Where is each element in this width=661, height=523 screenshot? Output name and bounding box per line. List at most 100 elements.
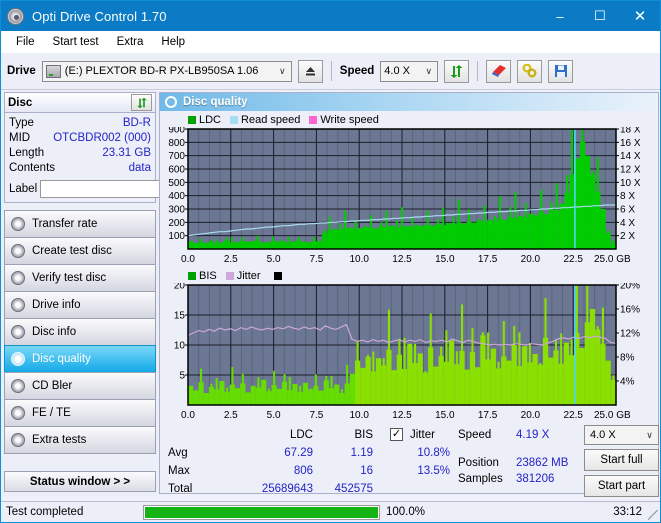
status-bar: Test completed 100.0% 33:12 xyxy=(1,501,660,522)
statistics-table: LDC BIS ✓ Jitter Avg 67.29 1.19 10.8% Ma… xyxy=(160,428,456,495)
jitter-checkbox[interactable]: ✓ xyxy=(390,428,403,441)
sidebar-item-cd-bler[interactable]: CD Bler xyxy=(4,372,156,400)
sidebar-item-transfer-rate[interactable]: Transfer rate xyxy=(4,210,156,238)
erase-button[interactable] xyxy=(486,59,512,83)
svg-text:25.0 GB: 25.0 GB xyxy=(594,410,631,421)
chart1-legend: LDC Read speed Write speed xyxy=(160,113,658,127)
stat-row-label-max: Max xyxy=(168,465,190,477)
svg-text:12.5: 12.5 xyxy=(392,410,412,421)
sidebar-item-label: Disc info xyxy=(32,326,77,338)
eject-icon xyxy=(305,66,315,75)
sidebar-item-extra-tests[interactable]: Extra tests xyxy=(4,426,156,454)
svg-text:12%: 12% xyxy=(620,329,640,340)
svg-text:10.0: 10.0 xyxy=(349,254,369,265)
svg-text:10: 10 xyxy=(174,341,186,352)
svg-text:300: 300 xyxy=(168,205,185,216)
ldc-read-speed-chart[interactable]: 100 200 300 400 500 600 700 800 900 2 X 4 X 6 X 8 X 1… xyxy=(160,125,658,269)
svg-text:17.5: 17.5 xyxy=(478,410,498,421)
sidebar-item-drive-info[interactable]: Drive info xyxy=(4,291,156,319)
svg-text:16%: 16% xyxy=(620,305,640,316)
chart2-legend: BIS Jitter xyxy=(160,269,658,283)
tools-button[interactable] xyxy=(517,59,543,83)
sidebar-item-label: Create test disc xyxy=(32,245,112,257)
legend-label-ldc: LDC xyxy=(199,114,222,126)
start-full-button[interactable]: Start full xyxy=(584,449,659,471)
svg-text:400: 400 xyxy=(168,191,185,202)
speed-label: Speed xyxy=(339,65,375,77)
stat-header-bis: BIS xyxy=(354,429,373,441)
progress-bar xyxy=(143,502,380,523)
disc-icon xyxy=(165,96,177,108)
chevron-down-icon[interactable]: ∨ xyxy=(641,426,658,445)
legend-swatch-bis xyxy=(188,272,196,280)
bis-jitter-chart[interactable]: 5 10 15 20 4% 8% 12% 16% 20% 0.0 2.5 5.0 7.5 10.0 12.5… xyxy=(160,281,658,425)
sidebar-item-disc-info[interactable]: Disc info xyxy=(4,318,156,346)
cursor-marker-icon xyxy=(273,272,282,280)
test-position-label: Position xyxy=(458,457,499,469)
disc-refresh-button[interactable] xyxy=(131,94,152,111)
svg-text:8 X: 8 X xyxy=(620,191,635,202)
svg-text:20.0: 20.0 xyxy=(521,254,541,265)
svg-text:10.0: 10.0 xyxy=(349,410,369,421)
save-button[interactable] xyxy=(548,59,574,83)
svg-text:25.0 GB: 25.0 GB xyxy=(594,254,631,265)
menu-item-help[interactable]: Help xyxy=(152,34,194,50)
disc-row-contents: Contents data xyxy=(9,161,151,176)
minimize-icon[interactable]: – xyxy=(540,1,580,31)
disc-icon xyxy=(11,271,25,285)
svg-text:4 X: 4 X xyxy=(620,218,635,229)
menu-item-start-test[interactable]: Start test xyxy=(44,34,108,50)
svg-text:800: 800 xyxy=(168,138,185,149)
maximize-icon[interactable]: ☐ xyxy=(580,1,620,31)
drive-toolbar: Drive (E:) PLEXTOR BD-R PX-LB950SA 1.06 … xyxy=(1,53,660,90)
start-part-button[interactable]: Start part xyxy=(584,475,659,497)
legend-item-ldc: LDC xyxy=(188,114,221,126)
eject-button[interactable] xyxy=(297,59,323,83)
svg-text:14 X: 14 X xyxy=(620,151,641,162)
legend-label-jitter: Jitter xyxy=(236,270,261,282)
sidebar-item-disc-quality[interactable]: Disc quality xyxy=(4,345,156,373)
stat-total-ldc: 25689643 xyxy=(261,483,313,495)
sidebar-item-label: Disc quality xyxy=(32,353,91,365)
svg-text:200: 200 xyxy=(168,218,185,229)
legend-label-write-speed: Write speed xyxy=(320,114,379,126)
svg-text:12 X: 12 X xyxy=(620,165,641,176)
sidebar-item-label: Transfer rate xyxy=(32,218,98,230)
drive-select[interactable]: (E:) PLEXTOR BD-R PX-LB950SA 1.06 ∨ xyxy=(41,60,292,82)
svg-text:20.0: 20.0 xyxy=(521,410,541,421)
disc-row-value: BD-R xyxy=(122,117,151,129)
svg-text:16 X: 16 X xyxy=(620,138,641,149)
svg-text:6 X: 6 X xyxy=(620,205,635,216)
close-icon[interactable]: ✕ xyxy=(620,1,660,31)
chevron-down-icon[interactable]: ∨ xyxy=(420,62,437,81)
test-speed-select[interactable]: 4.0 X ∨ xyxy=(584,425,659,445)
svg-text:900: 900 xyxy=(168,127,185,136)
resize-grip-icon[interactable] xyxy=(648,510,658,520)
disc-row-key: MID xyxy=(9,132,31,144)
test-speed-value: 4.19 X xyxy=(516,429,550,441)
speed-select-value: 4.0 X xyxy=(384,65,410,77)
menu-item-extra[interactable]: Extra xyxy=(108,34,153,50)
svg-text:2 X: 2 X xyxy=(620,231,635,242)
sidebar-item-create-test-disc[interactable]: Create test disc xyxy=(4,237,156,265)
svg-text:5: 5 xyxy=(179,371,185,382)
svg-text:17.5: 17.5 xyxy=(478,254,498,265)
refresh-button[interactable] xyxy=(444,59,470,83)
svg-text:2.5: 2.5 xyxy=(224,254,238,265)
application-window: Opti Drive Control 1.70 – ☐ ✕ File Start… xyxy=(0,0,661,523)
speed-select[interactable]: 4.0 X ∨ xyxy=(380,60,439,82)
disc-icon xyxy=(11,298,25,312)
svg-text:20: 20 xyxy=(174,283,186,292)
stat-row-label-total: Total xyxy=(168,483,193,495)
legend-item-jitter: Jitter xyxy=(225,270,261,282)
menu-item-file[interactable]: File xyxy=(7,34,44,50)
legend-item-bis: BIS xyxy=(188,270,217,282)
disc-icon xyxy=(11,406,25,420)
sidebar-item-verify-test-disc[interactable]: Verify test disc xyxy=(4,264,156,292)
stat-total-bis: 452575 xyxy=(334,483,373,495)
stat-avg-jitter: 10.8% xyxy=(417,447,450,459)
sidebar-item-fe-te[interactable]: FE / TE xyxy=(4,399,156,427)
chevron-down-icon[interactable]: ∨ xyxy=(274,62,291,81)
status-window-button[interactable]: Status window > > xyxy=(4,471,156,492)
stat-header-jitter: Jitter xyxy=(410,429,435,441)
